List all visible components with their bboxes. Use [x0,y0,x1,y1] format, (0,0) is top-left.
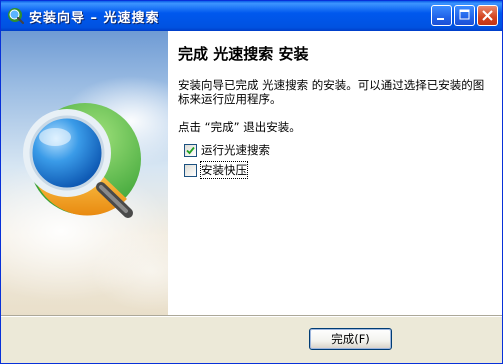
wizard-content: 完成 光速搜索 安装 安装向导已完成 光速搜索 的安装。可以通过选择已安装的图标… [168,31,502,315]
exit-hint: 点击 “完成” 退出安装。 [178,120,301,134]
finish-button[interactable]: 完成(F) [309,328,392,350]
window-title: 安装向导 – 光速搜索 [29,11,160,26]
run-app-option[interactable]: 运行光速搜索 [184,143,270,157]
app-icon [8,8,25,25]
checkmark-icon [186,146,195,154]
minimize-icon [437,18,444,20]
close-icon [482,10,493,21]
install-kuaiya-option[interactable]: 安装快压 [184,161,248,179]
maximize-icon [459,9,470,20]
install-kuaiya-label[interactable]: 安装快压 [200,161,248,179]
title-bar[interactable]: 安装向导 – 光速搜索 [1,1,502,32]
maximize-button[interactable] [454,5,475,26]
run-app-checkbox[interactable] [184,143,197,157]
close-button[interactable] [477,5,498,26]
installer-window: 安装向导 – 光速搜索 完成 光速搜索 安装 安装向导已完成 光速搜索 的安装。… [0,0,503,364]
minimize-button[interactable] [431,5,452,26]
search-logo-icon [23,103,141,218]
wizard-side-panel [1,31,168,315]
install-kuaiya-checkbox[interactable] [184,163,197,177]
completion-description: 安装向导已完成 光速搜索 的安装。可以通过选择已安装的图标来运行应用程序。 [178,78,485,106]
page-title: 完成 光速搜索 安装 [178,45,309,63]
wizard-footer: 完成(F) [1,315,502,363]
run-app-label[interactable]: 运行光速搜索 [201,142,270,158]
